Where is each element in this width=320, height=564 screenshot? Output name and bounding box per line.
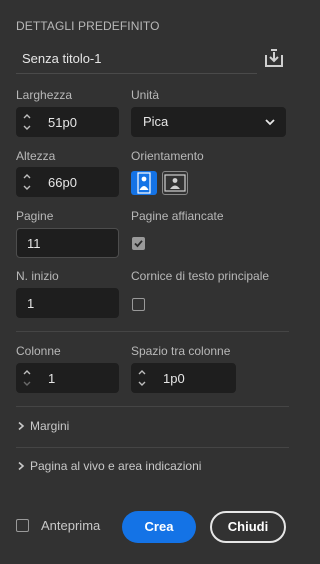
close-button[interactable]: Chiudi (210, 511, 286, 543)
height-input[interactable]: 66p0 (16, 167, 119, 197)
columns-value: 1 (48, 371, 56, 386)
preset-name-field[interactable]: Senza titolo-1 (16, 44, 257, 74)
units-select[interactable]: Pica (131, 107, 286, 137)
primary-text-frame-checkbox[interactable] (132, 298, 145, 311)
stepper-down-icon[interactable] (21, 122, 33, 134)
primary-text-frame-label: Cornice di testo principale (131, 269, 270, 283)
preview-label: Anteprima (41, 518, 101, 533)
pages-value: 11 (27, 236, 41, 251)
start-number-input[interactable]: 1 (16, 288, 119, 318)
stepper-down-icon[interactable] (21, 378, 33, 390)
width-label: Larghezza (16, 88, 73, 102)
stepper-up-icon[interactable] (21, 170, 33, 182)
pages-label: Pagine (16, 209, 54, 223)
start-number-label: N. inizio (16, 269, 59, 283)
stepper-up-icon[interactable] (136, 366, 148, 378)
height-stepper[interactable] (17, 168, 37, 196)
divider (16, 447, 289, 448)
height-label: Altezza (16, 149, 56, 163)
chevron-right-icon (18, 461, 25, 471)
bleed-slug-label: Pagina al vivo e area indicazioni (30, 459, 202, 473)
facing-pages-label: Pagine affiancate (131, 209, 224, 223)
start-number-value: 1 (27, 296, 35, 311)
preset-name-value: Senza titolo-1 (22, 51, 102, 66)
width-value: 51p0 (48, 115, 77, 130)
units-label: Unità (131, 88, 160, 102)
checkmark-icon (134, 240, 143, 248)
divider (16, 331, 289, 332)
width-input[interactable]: 51p0 (16, 107, 119, 137)
new-document-preset-panel: DETTAGLI PREDEFINITO Senza titolo-1 Larg… (0, 0, 305, 564)
columns-input[interactable]: 1 (16, 363, 119, 393)
columns-label: Colonne (16, 344, 61, 358)
stepper-down-icon[interactable] (136, 378, 148, 390)
stepper-down-icon[interactable] (21, 182, 33, 194)
create-button[interactable]: Crea (122, 511, 196, 543)
gutter-value: 1p0 (163, 371, 185, 386)
width-stepper[interactable] (17, 108, 37, 136)
portrait-orientation-button[interactable] (131, 171, 157, 195)
margins-disclosure[interactable]: Margini (16, 419, 216, 435)
orientation-label: Orientamento (131, 149, 204, 163)
pages-input[interactable]: 11 (16, 228, 119, 258)
preview-checkbox[interactable] (16, 519, 29, 532)
gutter-label: Spazio tra colonne (131, 344, 231, 358)
stepper-up-icon[interactable] (21, 366, 33, 378)
divider (16, 406, 289, 407)
save-preset-icon[interactable] (262, 46, 286, 70)
chevron-right-icon (18, 421, 25, 431)
portrait-orientation-icon (137, 172, 151, 194)
stepper-up-icon[interactable] (21, 110, 33, 122)
margins-label: Margini (30, 419, 70, 433)
height-value: 66p0 (48, 175, 77, 190)
facing-pages-checkbox[interactable] (132, 237, 145, 250)
section-title: DETTAGLI PREDEFINITO (16, 19, 160, 33)
landscape-orientation-icon (164, 174, 186, 192)
chevron-down-icon (265, 119, 275, 126)
bleed-slug-disclosure[interactable]: Pagina al vivo e area indicazioni (16, 459, 276, 475)
gutter-input[interactable]: 1p0 (131, 363, 236, 393)
units-value: Pica (143, 114, 169, 129)
landscape-orientation-button[interactable] (162, 171, 188, 195)
gutter-stepper[interactable] (132, 364, 152, 392)
columns-stepper[interactable] (17, 364, 37, 392)
